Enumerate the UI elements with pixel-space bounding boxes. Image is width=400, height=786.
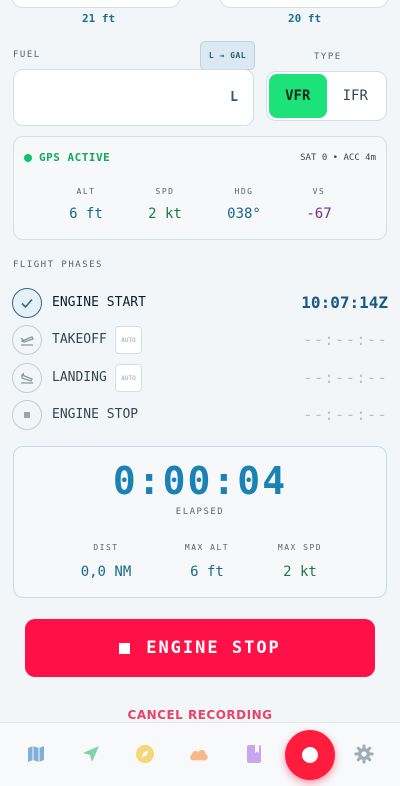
map-icon[interactable]	[25, 743, 47, 765]
top-cards	[12, 0, 388, 8]
takeoff-icon	[12, 325, 42, 355]
gps-card: GPS ACTIVE SAT 0 • ACC 4m ALT 6 ft SPD 2…	[13, 136, 387, 240]
auto-badge[interactable]: AUTO	[115, 364, 142, 392]
cancel-recording-link[interactable]: CANCEL RECORDING	[0, 708, 400, 722]
flight-phases-label: FLIGHT PHASES	[13, 260, 103, 270]
bottom-nav	[0, 722, 400, 786]
stat-label: DIST	[93, 543, 119, 552]
type-label: TYPE	[314, 52, 342, 62]
top-card-right	[220, 0, 388, 8]
gps-readout-value: 6 ft	[69, 206, 103, 222]
gps-status: GPS ACTIVE	[39, 151, 111, 164]
stat-max-alt: MAX ALT 6 ft	[157, 543, 257, 580]
compass-icon[interactable]	[134, 743, 156, 765]
stat-value: 2 kt	[283, 564, 317, 580]
gps-sat-acc: SAT 0 • ACC 4m	[300, 153, 376, 163]
gps-readout-spd: SPD 2 kt	[130, 187, 200, 222]
gps-readout-label: SPD	[155, 187, 175, 196]
gps-readout-alt: ALT 6 ft	[51, 187, 121, 222]
gps-readout-value: 2 kt	[148, 206, 182, 222]
gps-readout-label: ALT	[76, 187, 96, 196]
stat-value: 0,0 NM	[80, 564, 132, 580]
elapsed-card: 0:00:04 ELAPSED DIST 0,0 NM MAX ALT 6 ft…	[13, 446, 387, 598]
top-card-left	[12, 0, 180, 8]
fuel-label: FUEL	[13, 50, 41, 60]
navigate-icon[interactable]	[80, 743, 102, 765]
top-left-value: 21 ft	[82, 12, 116, 25]
unit-convert-button[interactable]: L → GAL	[200, 41, 255, 70]
engine-stop-button[interactable]: ENGINE STOP	[25, 619, 375, 677]
elapsed-label: ELAPSED	[175, 507, 225, 517]
type-option-vfr[interactable]: VFR	[269, 74, 327, 118]
record-button[interactable]	[285, 730, 335, 780]
phase-name: LANDING	[52, 370, 107, 385]
auto-badge[interactable]: AUTO	[115, 326, 142, 354]
flight-type-toggle: VFR IFR	[266, 71, 387, 121]
stop-square-icon	[12, 400, 42, 430]
record-icon	[302, 747, 318, 763]
phase-time: --:--:--	[302, 330, 388, 349]
phase-name: ENGINE START	[52, 295, 146, 310]
phase-time: --:--:--	[302, 405, 388, 424]
stat-dist: DIST 0,0 NM	[56, 543, 156, 580]
phase-engine-start[interactable]: ENGINE START 10:07:14Z	[12, 288, 388, 318]
stat-label: MAX SPD	[277, 543, 323, 552]
fuel-unit: L	[230, 90, 238, 105]
stat-label: MAX ALT	[184, 543, 230, 552]
stop-icon	[119, 642, 131, 654]
elapsed-time: 0:00:04	[112, 459, 288, 503]
check-icon	[12, 288, 42, 318]
fuel-input[interactable]: L	[13, 69, 254, 126]
phase-name: ENGINE STOP	[52, 407, 139, 422]
gps-readout-label: VS	[312, 187, 326, 196]
cloud-icon[interactable]	[188, 743, 210, 765]
phase-engine-stop[interactable]: ENGINE STOP --:--:--	[12, 400, 388, 430]
stat-value: 6 ft	[190, 564, 224, 580]
type-option-ifr[interactable]: IFR	[327, 74, 385, 118]
landing-icon	[12, 363, 42, 393]
gps-status-dot	[24, 154, 32, 162]
phase-time: --:--:--	[302, 368, 388, 387]
gps-readout-value: -67	[306, 206, 332, 222]
engine-stop-label: ENGINE STOP	[146, 638, 281, 658]
gps-readout-hdg: HDG 038°	[209, 187, 279, 222]
settings-icon[interactable]	[353, 743, 375, 765]
phase-name: TAKEOFF	[52, 332, 107, 347]
gps-readout-vs: VS -67	[284, 187, 354, 222]
gps-readout-value: 038°	[227, 206, 261, 222]
stat-max-spd: MAX SPD 2 kt	[250, 543, 350, 580]
phase-takeoff[interactable]: TAKEOFF AUTO --:--:--	[12, 325, 388, 355]
phase-time: 10:07:14Z	[301, 293, 388, 312]
phase-landing[interactable]: LANDING AUTO --:--:--	[12, 363, 388, 393]
logbook-icon[interactable]	[243, 743, 265, 765]
top-right-value: 20 ft	[288, 12, 322, 25]
gps-readout-label: HDG	[234, 187, 254, 196]
